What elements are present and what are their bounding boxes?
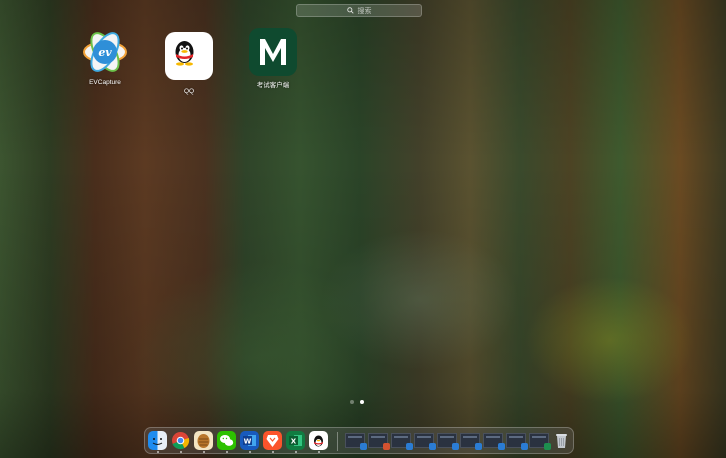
minimized-window[interactable] [391, 433, 413, 450]
running-indicator [180, 451, 182, 453]
running-indicator [318, 451, 320, 453]
word-badge-icon [521, 443, 528, 450]
word-badge-icon [360, 443, 367, 450]
running-indicator [203, 451, 205, 453]
finder-icon[interactable] [148, 431, 167, 450]
app-evcapture[interactable]: ev EVCapture [70, 28, 140, 86]
wechat-icon[interactable] [217, 431, 236, 450]
running-indicator [249, 451, 251, 453]
excel-badge-icon [544, 443, 551, 450]
running-indicator [157, 451, 159, 453]
chrome-icon[interactable] [171, 431, 190, 450]
search-icon [346, 7, 354, 14]
page-dot-2[interactable] [360, 400, 364, 404]
word-badge-icon [406, 443, 413, 450]
excel-icon[interactable]: X [286, 431, 305, 450]
minimized-window[interactable] [345, 433, 367, 450]
trash-icon[interactable] [552, 431, 571, 450]
minimized-window[interactable] [529, 433, 551, 450]
word-badge-icon [452, 443, 459, 450]
app-label: QQ [183, 88, 195, 95]
qq-dock-icon[interactable] [309, 431, 328, 450]
minimized-window[interactable] [368, 433, 390, 450]
minimized-window[interactable] [414, 433, 436, 450]
word-badge-icon [498, 443, 505, 450]
running-indicator [295, 451, 297, 453]
minimized-window[interactable] [460, 433, 482, 450]
exam-m-icon [249, 28, 297, 76]
pinecone-icon[interactable] [194, 431, 213, 450]
running-indicator [272, 451, 274, 453]
svg-text:W: W [244, 437, 252, 445]
minimized-window[interactable] [437, 433, 459, 450]
dock: W X [144, 427, 574, 454]
brave-icon[interactable] [263, 431, 282, 450]
powerpoint-badge-icon [383, 443, 390, 450]
app-label: 考试客户端 [256, 82, 290, 89]
qq-penguin-icon [165, 32, 213, 80]
evcapture-icon: ev [81, 28, 129, 76]
word-badge-icon [429, 443, 436, 450]
dock-separator [337, 432, 338, 451]
minimized-window[interactable] [506, 433, 528, 450]
app-label: EVCapture [89, 79, 121, 86]
running-indicator [226, 451, 228, 453]
page-dot-1[interactable] [350, 400, 354, 404]
app-qq[interactable]: QQ [154, 28, 224, 95]
page-indicator [350, 400, 364, 404]
search-field[interactable]: 搜索 [296, 4, 422, 17]
word-badge-icon [475, 443, 482, 450]
word-icon[interactable]: W [240, 431, 259, 450]
svg-text:X: X [291, 437, 297, 445]
svg-text:ev: ev [98, 46, 112, 59]
search-placeholder: 搜索 [357, 7, 372, 15]
minimized-window[interactable] [483, 433, 505, 450]
app-exam-client[interactable]: 考试客户端 [238, 28, 308, 89]
